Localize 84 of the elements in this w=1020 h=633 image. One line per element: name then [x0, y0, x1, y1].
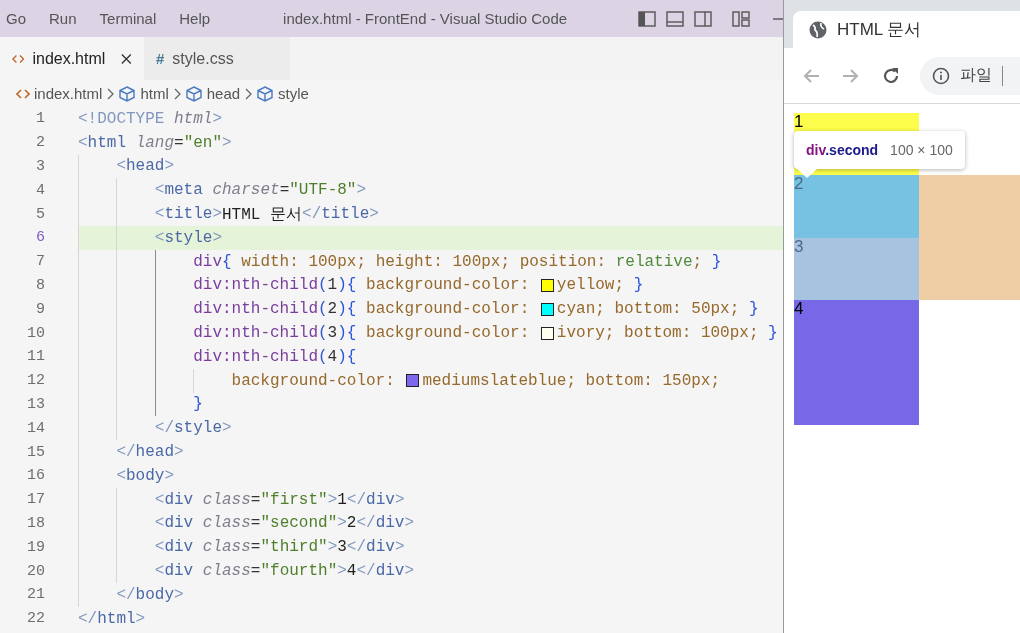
panel-toggle-icon[interactable] [665, 8, 685, 29]
line-number: 8 [35, 276, 45, 294]
code-text: <head> [116, 156, 174, 178]
color-swatch[interactable] [540, 326, 554, 340]
menu-item[interactable]: Terminal [99, 8, 157, 29]
code-text: <div class="third">3</div> [154, 537, 405, 559]
line-number: 9 [35, 300, 45, 318]
code-text: <meta charset="UTF-8"> [154, 180, 367, 202]
line-number: 10 [26, 324, 45, 342]
browser-tab[interactable]: HTML 문서 [793, 11, 1020, 48]
close-icon[interactable] [121, 52, 132, 65]
chevron-icon [172, 87, 181, 100]
menu-item[interactable]: Help [179, 8, 211, 29]
editor-tab[interactable]: # style.css [144, 37, 290, 80]
menu-item[interactable]: Go [6, 8, 26, 29]
line-number: 22 [26, 610, 45, 628]
code-text: div:nth-child(1){ background-color: [193, 275, 531, 297]
preview-box: 2 [794, 175, 919, 238]
code-text: mediumslateblue; bottom: 150px; [422, 370, 721, 392]
line-number: 3 [35, 158, 45, 175]
color-swatch[interactable] [540, 302, 554, 316]
hash-icon: # [156, 50, 165, 67]
code-text: <div class="second">2</div> [154, 513, 415, 535]
breadcrumb-item[interactable]: index.html [34, 85, 103, 102]
code-text: </style> [154, 418, 232, 440]
line-number: 4 [35, 181, 45, 199]
info-icon [932, 66, 950, 85]
cube-icon [256, 85, 275, 102]
preview-box: 4 [794, 300, 919, 425]
breadcrumb-item[interactable]: head [206, 85, 241, 102]
cube-icon [118, 85, 137, 102]
secondary-sidebar-icon[interactable] [693, 8, 713, 29]
code-text: <div class="fourth">4</div> [154, 561, 415, 583]
line-number: 5 [35, 205, 45, 223]
line-number: 2 [35, 134, 45, 152]
line-number: 13 [26, 395, 45, 413]
code-text: <div class="first">1</div> [154, 489, 405, 511]
selector-label: div.second [806, 142, 879, 158]
line-number: 11 [26, 348, 45, 366]
color-swatch[interactable] [406, 374, 420, 388]
code-text: ivory; bottom: 100px; } [556, 323, 778, 345]
line-number: 21 [26, 586, 45, 604]
line-number: 17 [26, 491, 45, 509]
sidebar-toggle-icon[interactable] [637, 8, 657, 29]
window-title: index.html - FrontEnd - Visual Studio Code [283, 10, 569, 27]
line-number: 15 [26, 443, 45, 461]
breadcrumb-item[interactable]: html [140, 85, 169, 102]
code-text: <!DOCTYPE html> [78, 108, 223, 130]
code-text: cyan; bottom: 50px; } [556, 299, 759, 321]
code-text: <title>HTML 문서</title> [154, 204, 379, 226]
menu-item[interactable]: Run [49, 8, 77, 29]
code-text: div:nth-child(4){ [193, 346, 357, 368]
globe-icon [809, 20, 827, 39]
code-text: </body> [116, 584, 184, 606]
code-text: <html lang="en"> [78, 132, 232, 154]
line-number: 6 [35, 229, 45, 247]
line-number: 7 [35, 253, 45, 271]
preview-box: 3 [794, 238, 919, 300]
code-text: background-color: [231, 370, 396, 392]
code-text: div:nth-child(3){ background-color: [193, 323, 531, 345]
code-text: div:nth-child(2){ background-color: [193, 299, 531, 321]
code-icon [12, 52, 25, 65]
line-number: 20 [26, 562, 45, 580]
code-icon [16, 87, 30, 100]
line-number: 1 [35, 110, 45, 128]
code-text: } [193, 394, 203, 416]
chevron-icon [244, 87, 253, 100]
layout-icon[interactable] [731, 8, 751, 29]
code-text: div{ width: 100px; height: 100px; position: relative; } [193, 251, 722, 273]
line-number: 18 [26, 514, 45, 532]
line-number: 19 [26, 538, 45, 556]
code-text: </head> [116, 442, 184, 464]
line-number: 12 [26, 372, 45, 390]
breadcrumb-item[interactable]: style [278, 85, 309, 102]
color-swatch[interactable] [540, 278, 554, 292]
line-number: 14 [26, 419, 45, 437]
chevron-icon [106, 87, 115, 100]
line-number: 16 [26, 467, 45, 485]
address-bar[interactable]: 파일 [920, 56, 1020, 95]
code-text: <style> [154, 227, 222, 249]
code-text: yellow; } [556, 275, 644, 297]
code-text: </html> [78, 608, 146, 630]
code-text: <body> [116, 465, 174, 487]
cube-icon [184, 85, 203, 102]
